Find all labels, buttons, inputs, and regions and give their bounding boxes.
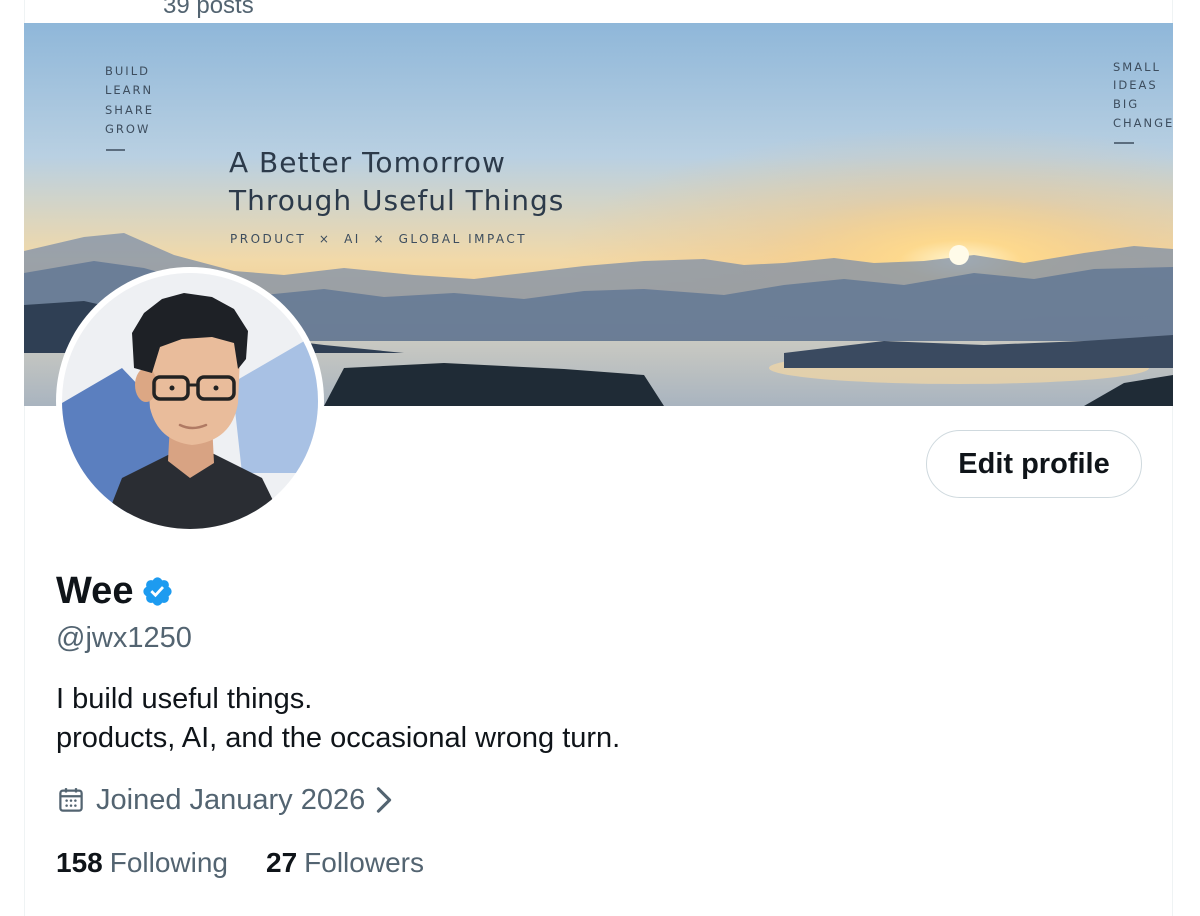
banner-right-word: IDEAS [1113,78,1158,92]
handle: @jwx1250 [56,622,192,654]
following-count: 158 [56,847,103,878]
display-name: Wee [56,570,134,612]
bio: I build useful things. products, AI, and… [56,680,620,758]
followers-label: Followers [304,847,424,878]
posts-count: 39 posts [163,0,254,19]
banner-left-word: GROW [105,122,150,136]
followers-link[interactable]: 27 Followers [266,843,424,883]
display-name-row: Wee [56,568,174,614]
banner-right-word: BIG [1113,97,1139,111]
banner-left-word: SHARE [105,103,154,117]
banner-headline-line2: Through Useful Things [228,184,564,217]
joined-date: Joined January 2026 [96,784,366,816]
bio-line: products, AI, and the occasional wrong t… [56,722,621,754]
banner-right-word: CHANGE [1113,116,1173,130]
banner-right-word: SMALL [1113,60,1161,74]
calendar-icon [56,785,86,815]
following-link[interactable]: 158 Following [56,843,228,883]
banner-headline-line1: A Better Tomorrow [229,146,506,179]
banner-tagline: PRODUCT × AI × GLOBAL IMPACT [230,232,527,246]
follow-stats: 158 Following 27 Followers [56,843,462,883]
banner-left-word: BUILD [105,64,150,78]
joined-date-link[interactable]: Joined January 2026 [56,780,393,820]
bio-line: I build useful things. [56,683,313,715]
verified-badge-icon[interactable] [141,575,174,608]
following-label: Following [109,847,228,878]
banner-left-word: LEARN [105,83,153,97]
chevron-right-icon [375,786,393,814]
edit-profile-button[interactable]: Edit profile [926,430,1142,498]
avatar[interactable] [56,267,324,535]
followers-count: 27 [266,847,298,878]
